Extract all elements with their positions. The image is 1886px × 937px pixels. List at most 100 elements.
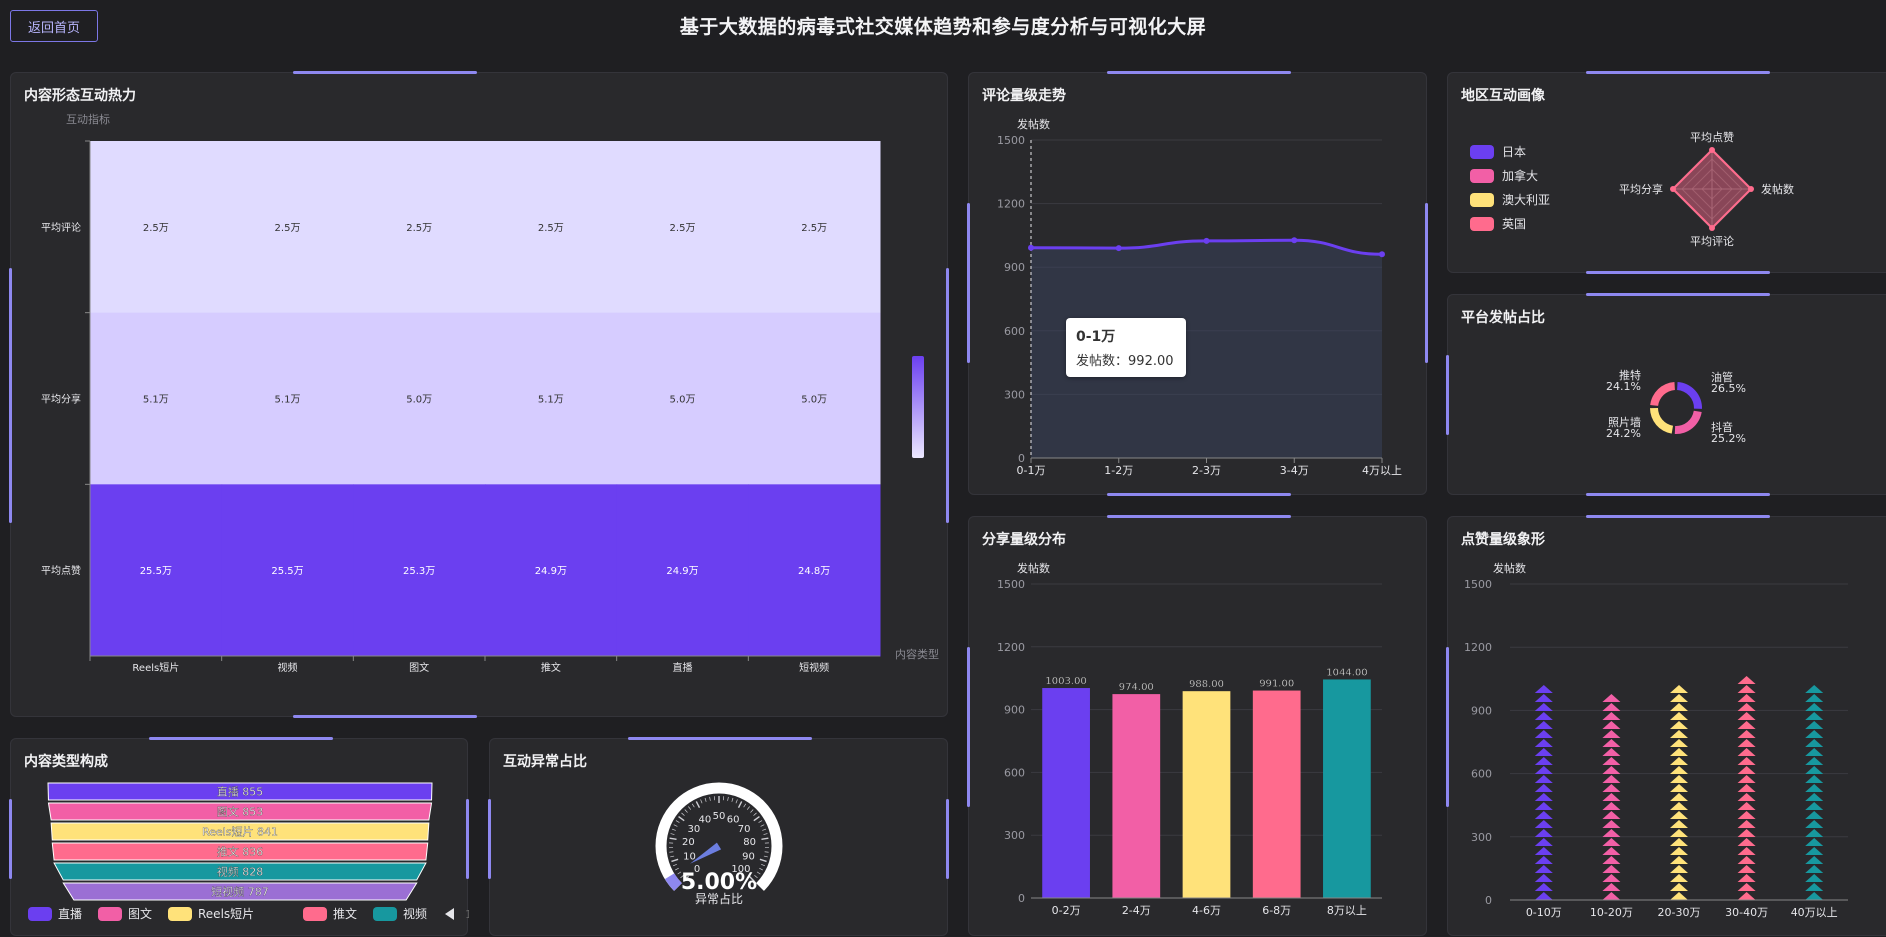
like-pictorial-symbol [1670,883,1688,891]
heatmap-cell-label: 2.5万 [801,223,827,234]
donut-slice[interactable] [1677,382,1702,409]
like-pictorial-bar[interactable] [1805,685,1823,900]
like-pictorial-symbol [1535,748,1553,756]
like-pictorial-bar[interactable] [1535,685,1553,900]
share-bar[interactable] [1183,691,1231,898]
like-pictorial-symbol [1670,847,1688,855]
like-pictorial-bar[interactable] [1670,685,1688,900]
heatmap-col-label: 图文 [409,661,429,674]
funnel-legend-swatch[interactable] [28,907,52,921]
donut-slice[interactable] [1650,408,1673,434]
like-pictorial-symbol [1602,721,1620,729]
like-pictorial-symbol [1535,703,1553,711]
like-pictorial-symbol [1535,721,1553,729]
like-y-tick: 0 [1485,894,1492,907]
heatmap-cell-label: 5.0万 [670,395,696,406]
like-pictorial-symbol [1602,883,1620,891]
funnel-label: 视频 828 [217,865,264,879]
share-bar-label: 988.00 [1189,679,1224,690]
like-pictorial-bar[interactable] [1738,676,1756,900]
gauge-tick-label: 30 [688,824,701,835]
like-pictorial-symbol [1602,847,1620,855]
like-pictorial-symbol [1805,874,1823,882]
like-pictorial-symbol [1670,694,1688,702]
like-pictorial-symbol [1805,739,1823,747]
heatmap-x-axis-name: 内容类型 [895,647,939,661]
trend-point[interactable] [1116,245,1122,251]
share-bar[interactable] [1253,691,1301,898]
share-dist-panel: 分享量级分布 发帖数0300600900120015001003.000-2万9… [968,516,1427,936]
pager-prev-icon[interactable] [445,908,454,920]
like-pictorial-symbol [1602,820,1620,828]
like-pictorial-symbol [1535,802,1553,810]
share-y-tick: 0 [1018,892,1025,905]
like-pictorial-symbol [1805,721,1823,729]
gauge-tick-label: 80 [743,837,756,848]
page-title: 基于大数据的病毒式社交媒体趋势和参与度分析与可视化大屏 [0,12,1886,39]
content-type-funnel-chart: 直播 855图文 853Reels短片 841推文 836视频 828短视频 7… [11,739,469,937]
share-x-tick: 4-6万 [1192,904,1221,917]
donut-slice[interactable] [1675,411,1702,434]
funnel-legend-label[interactable]: 图文 [128,906,152,921]
like-pictorial-symbol [1602,712,1620,720]
like-pictorial-symbol [1670,820,1688,828]
share-bar[interactable] [1323,679,1371,898]
like-x-tick: 40万以上 [1791,906,1838,919]
share-x-tick: 6-8万 [1262,904,1291,917]
like-pictorial-symbol [1738,838,1756,846]
share-bar[interactable] [1042,688,1090,898]
like-pictorial-symbol [1535,847,1553,855]
heatmap-row-label: 平均点赞 [41,564,81,577]
share-x-tick: 2-4万 [1122,904,1151,917]
heatmap-col-label: 短视频 [799,661,829,674]
like-pictorial-symbol [1738,703,1756,711]
like-pictorial-symbol [1602,784,1620,792]
heatmap-cell-label: 25.5万 [140,566,172,577]
like-pictorial-symbol [1738,874,1756,882]
gauge-tick-label: 90 [742,852,755,863]
trend-y-tick: 600 [1004,325,1025,338]
radar-indicator: 平均点赞 [1690,131,1734,144]
funnel-legend-swatch[interactable] [98,907,122,921]
like-pictorial-symbol [1805,793,1823,801]
like-pictorial-symbol [1602,703,1620,711]
share-bar[interactable] [1112,694,1160,898]
funnel-label: Reels短片 841 [202,825,278,839]
radar-indicator: 发帖数 [1761,182,1794,196]
heatmap-row-label: 平均分享 [41,393,81,406]
like-pictorial-chart: 发帖数0300600900120015000-10万10-20万20-30万30… [1448,517,1886,937]
visual-map-slider[interactable] [912,356,924,458]
funnel-label: 图文 853 [217,805,264,819]
like-pictorial-symbol [1670,856,1688,864]
funnel-legend-swatch[interactable] [303,907,327,921]
funnel-legend-label[interactable]: 视频 [403,906,427,921]
share-bar-label: 991.00 [1259,679,1294,690]
heatmap-cell-label: 24.8万 [798,566,830,577]
like-pictorial-panel: 点赞量级象形 发帖数0300600900120015000-10万10-20万2… [1447,516,1886,936]
like-pictorial-symbol [1805,757,1823,765]
funnel-legend-swatch[interactable] [373,907,397,921]
heatmap-cell-label: 5.1万 [275,395,301,406]
like-pictorial-symbol [1670,802,1688,810]
trend-point[interactable] [1291,237,1297,243]
like-pictorial-symbol [1535,766,1553,774]
funnel-legend-label[interactable]: 推文 [333,906,357,921]
like-pictorial-symbol [1602,730,1620,738]
trend-point[interactable] [1204,238,1210,244]
funnel-legend-swatch[interactable] [168,907,192,921]
like-pictorial-symbol [1805,865,1823,873]
region-panel: 地区互动画像 日本 加拿大 澳大利亚 英国 平均点赞 发帖数 平均评论 平均分享 [1447,72,1886,273]
like-pictorial-symbol [1535,784,1553,792]
trend-x-tick: 1-2万 [1104,464,1133,477]
like-pictorial-bar[interactable] [1602,694,1620,900]
trend-point[interactable] [1028,245,1034,251]
like-pictorial-symbol [1535,739,1553,747]
like-pictorial-symbol [1738,820,1756,828]
heatmap-chart: 互动指标2.5万2.5万2.5万2.5万2.5万2.5万平均评论5.1万5.1万… [11,73,949,718]
donut-pct: 25.2% [1711,432,1746,445]
trend-point[interactable] [1379,251,1385,257]
funnel-legend-label[interactable]: 直播 [58,907,82,921]
funnel-legend-label[interactable]: Reels短片 [198,907,254,921]
donut-slice[interactable] [1650,382,1675,406]
like-pictorial-symbol [1535,775,1553,783]
